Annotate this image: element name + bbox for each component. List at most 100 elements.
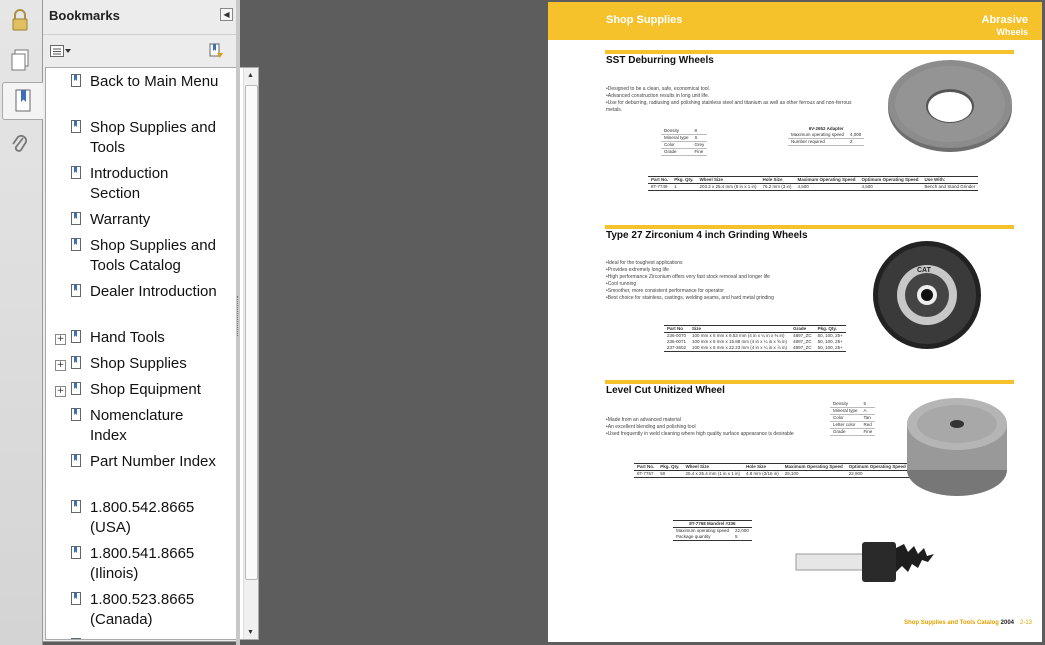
table-cell: 100 mm x 6 mm x 22.23 mm (4 in x ¼ in x … <box>692 345 788 350</box>
spec-table: Density 8 Mineral type S Color Grey Grade Fine <box>661 128 708 156</box>
bookmark-icon <box>71 238 81 251</box>
table-cell: 25.4 x 25.4 mm (1 in x 1 in) <box>685 471 740 476</box>
column-header: Hole Size <box>759 176 795 184</box>
feature-bullet: Used frequently in weld cleaning where h… <box>606 431 826 438</box>
table-cell: Number required <box>788 138 848 146</box>
bookmark-hand-tools[interactable]: Hand Tools <box>90 328 220 348</box>
bookmark-icon <box>71 166 81 179</box>
table-row: Letter color Red <box>830 421 876 429</box>
table-cell: 4897_ZC <box>793 345 812 350</box>
table-cell: Red <box>860 421 876 429</box>
column-header: Pkg. Qty. <box>657 463 683 471</box>
splitter-grip[interactable] <box>237 296 240 336</box>
table-cell: 50 <box>660 471 666 476</box>
expand-toggle-icon[interactable]: + <box>55 386 66 397</box>
feature-list: Ideal for the toughest applicationsProvi… <box>606 260 846 302</box>
bookmark-shop-equipment[interactable]: Shop Equipment <box>90 380 220 400</box>
table-cell: A <box>860 407 876 415</box>
attachment-icon[interactable] <box>4 126 36 162</box>
feature-bullet: Ideal for the toughest applications <box>606 260 846 267</box>
bookmark-icon <box>71 120 81 133</box>
feature-bullet: Advanced construction results in long un… <box>606 93 856 100</box>
column-header: Part No. <box>634 463 658 471</box>
bookmarks-panel: Bookmarks ◀ ▲ ▼ Back to Main Menu Shop Su… <box>43 0 259 642</box>
collapse-panel-button[interactable]: ◀ <box>220 8 233 21</box>
mandrel-table: 8T-7768 Mandrel #336 Maximum operating sp… <box>673 520 752 541</box>
section-title: Level Cut Unitized Wheel <box>606 385 725 396</box>
table-cell: 76.2 mm (3 in) <box>762 184 792 189</box>
bookmark-icon <box>71 284 81 297</box>
table-cell: 8T-7767 <box>637 471 654 476</box>
list-options-icon <box>50 45 64 57</box>
scroll-up-icon[interactable]: ▲ <box>247 72 254 79</box>
table-row: Package quantity 5 <box>673 534 752 541</box>
parts-table: Part No. Pkg. Qty. Wheel Size Hole Size Maxi… <box>648 176 979 191</box>
table-cell: 8T-7749 <box>651 184 668 189</box>
column-header: Grade <box>790 325 815 333</box>
table-cell: Package quantity <box>676 534 711 539</box>
navigation-strip <box>0 0 43 645</box>
scrollbar[interactable]: ▲ ▼ <box>243 68 258 639</box>
bookmark-back-to-main-menu[interactable]: Back to Main Menu <box>90 72 220 92</box>
column-header: Maximum Operating Speed <box>781 463 846 471</box>
bookmark-icon <box>71 592 81 605</box>
table-cell: 4,500 <box>861 184 873 189</box>
table-cell: 22,900 <box>848 471 863 476</box>
table-cell: 25,100 <box>784 471 799 476</box>
bookmark-shop-supplies-and-tools-catalog[interactable]: Shop Supplies and Tools Catalog <box>90 236 220 276</box>
adapter-table: 6V-2652 Adapter Maximum operating speed 4,… <box>788 126 865 146</box>
page-number: 2-13 <box>1019 620 1032 626</box>
table-row: Grade Fine <box>830 428 876 436</box>
column-header: Part No. <box>648 176 672 184</box>
bookmark-warranty[interactable]: Warranty <box>90 210 220 230</box>
table-cell: Maximum operating speed <box>788 132 848 139</box>
bookmark-icon <box>71 330 81 343</box>
pages-icon[interactable] <box>4 42 36 78</box>
scrollbar-thumb[interactable] <box>245 85 258 580</box>
parts-table: Part No Size Grade Pkg. Qty. 236-0070 100 mm … <box>664 325 846 352</box>
feature-bullet: Cool running <box>606 281 846 288</box>
bookmark-nomenclature-index[interactable]: Nomenclature Index <box>90 406 220 446</box>
table-cell: Mineral type <box>661 134 692 142</box>
feature-list: Made from an advanced materialAn excelle… <box>606 417 826 438</box>
table-cell: 5 <box>735 534 738 539</box>
table-cell: Grade <box>661 148 692 156</box>
table-cell: Color <box>661 141 692 149</box>
find-current-bookmark-icon <box>209 43 223 58</box>
column-header: Pkg. Qty. <box>671 176 697 184</box>
bookmark-dealer-introduction[interactable]: Dealer Introduction <box>90 282 220 302</box>
expand-toggle-icon[interactable]: + <box>55 360 66 371</box>
table-row: Grade Fine <box>661 148 708 156</box>
page-footer: Shop Supplies and Tools Catalog 2004 <box>904 620 1014 626</box>
table-cell: 1 <box>674 184 677 189</box>
bookmark-icon <box>71 500 81 513</box>
section-title: SST Deburring Wheels <box>606 55 714 66</box>
bookmark-1-800-523-8665-canada[interactable]: 1.800.523.8665 (Canada) <box>90 590 220 630</box>
section-title: Type 27 Zirconium 4 inch Grinding Wheels <box>606 230 808 241</box>
feature-bullet: Best choice for stainless, castings, wel… <box>606 295 846 302</box>
feature-bullet: Designed to be a clean, safe, economical… <box>606 86 856 93</box>
deburring-wheel-image <box>886 54 1014 161</box>
bookmark-cstg[interactable]: CSTG <box>90 636 220 639</box>
scroll-down-icon[interactable]: ▼ <box>247 629 254 636</box>
table-title: 8T-7768 Mandrel #336 <box>673 520 752 528</box>
bookmark-shop-supplies-and-tools[interactable]: Shop Supplies and Tools <box>90 118 220 158</box>
bookmark-introduction-section[interactable]: Introduction Section <box>90 164 220 204</box>
bookmark-shop-supplies[interactable]: Shop Supplies <box>90 354 220 374</box>
find-bookmark-button[interactable] <box>207 42 225 60</box>
bookmark-icon[interactable] <box>2 82 43 120</box>
bookmark-1-800-541-8665-ilinois[interactable]: 1.800.541.8665 (Ilinois) <box>90 544 220 584</box>
table-cell: 2 <box>847 138 865 146</box>
footer-year: 2004 <box>1000 620 1014 626</box>
expand-toggle-icon[interactable]: + <box>55 334 66 345</box>
column-header: Optimum Operating Speed <box>858 176 922 184</box>
feature-bullet: Provides extremely long life <box>606 267 846 274</box>
feature-list: Designed to be a clean, safe, economical… <box>606 86 856 114</box>
lock-icon[interactable] <box>4 2 36 38</box>
options-button[interactable] <box>50 44 71 58</box>
bookmark-part-number-index[interactable]: Part Number Index <box>90 452 220 472</box>
bookmark-icon <box>71 356 81 369</box>
column-header: Hole Size <box>742 463 782 471</box>
column-header: Maximum Operating Speed <box>794 176 859 184</box>
bookmark-1-800-542-8665-usa[interactable]: 1.800.542.8665 (USA) <box>90 498 220 538</box>
